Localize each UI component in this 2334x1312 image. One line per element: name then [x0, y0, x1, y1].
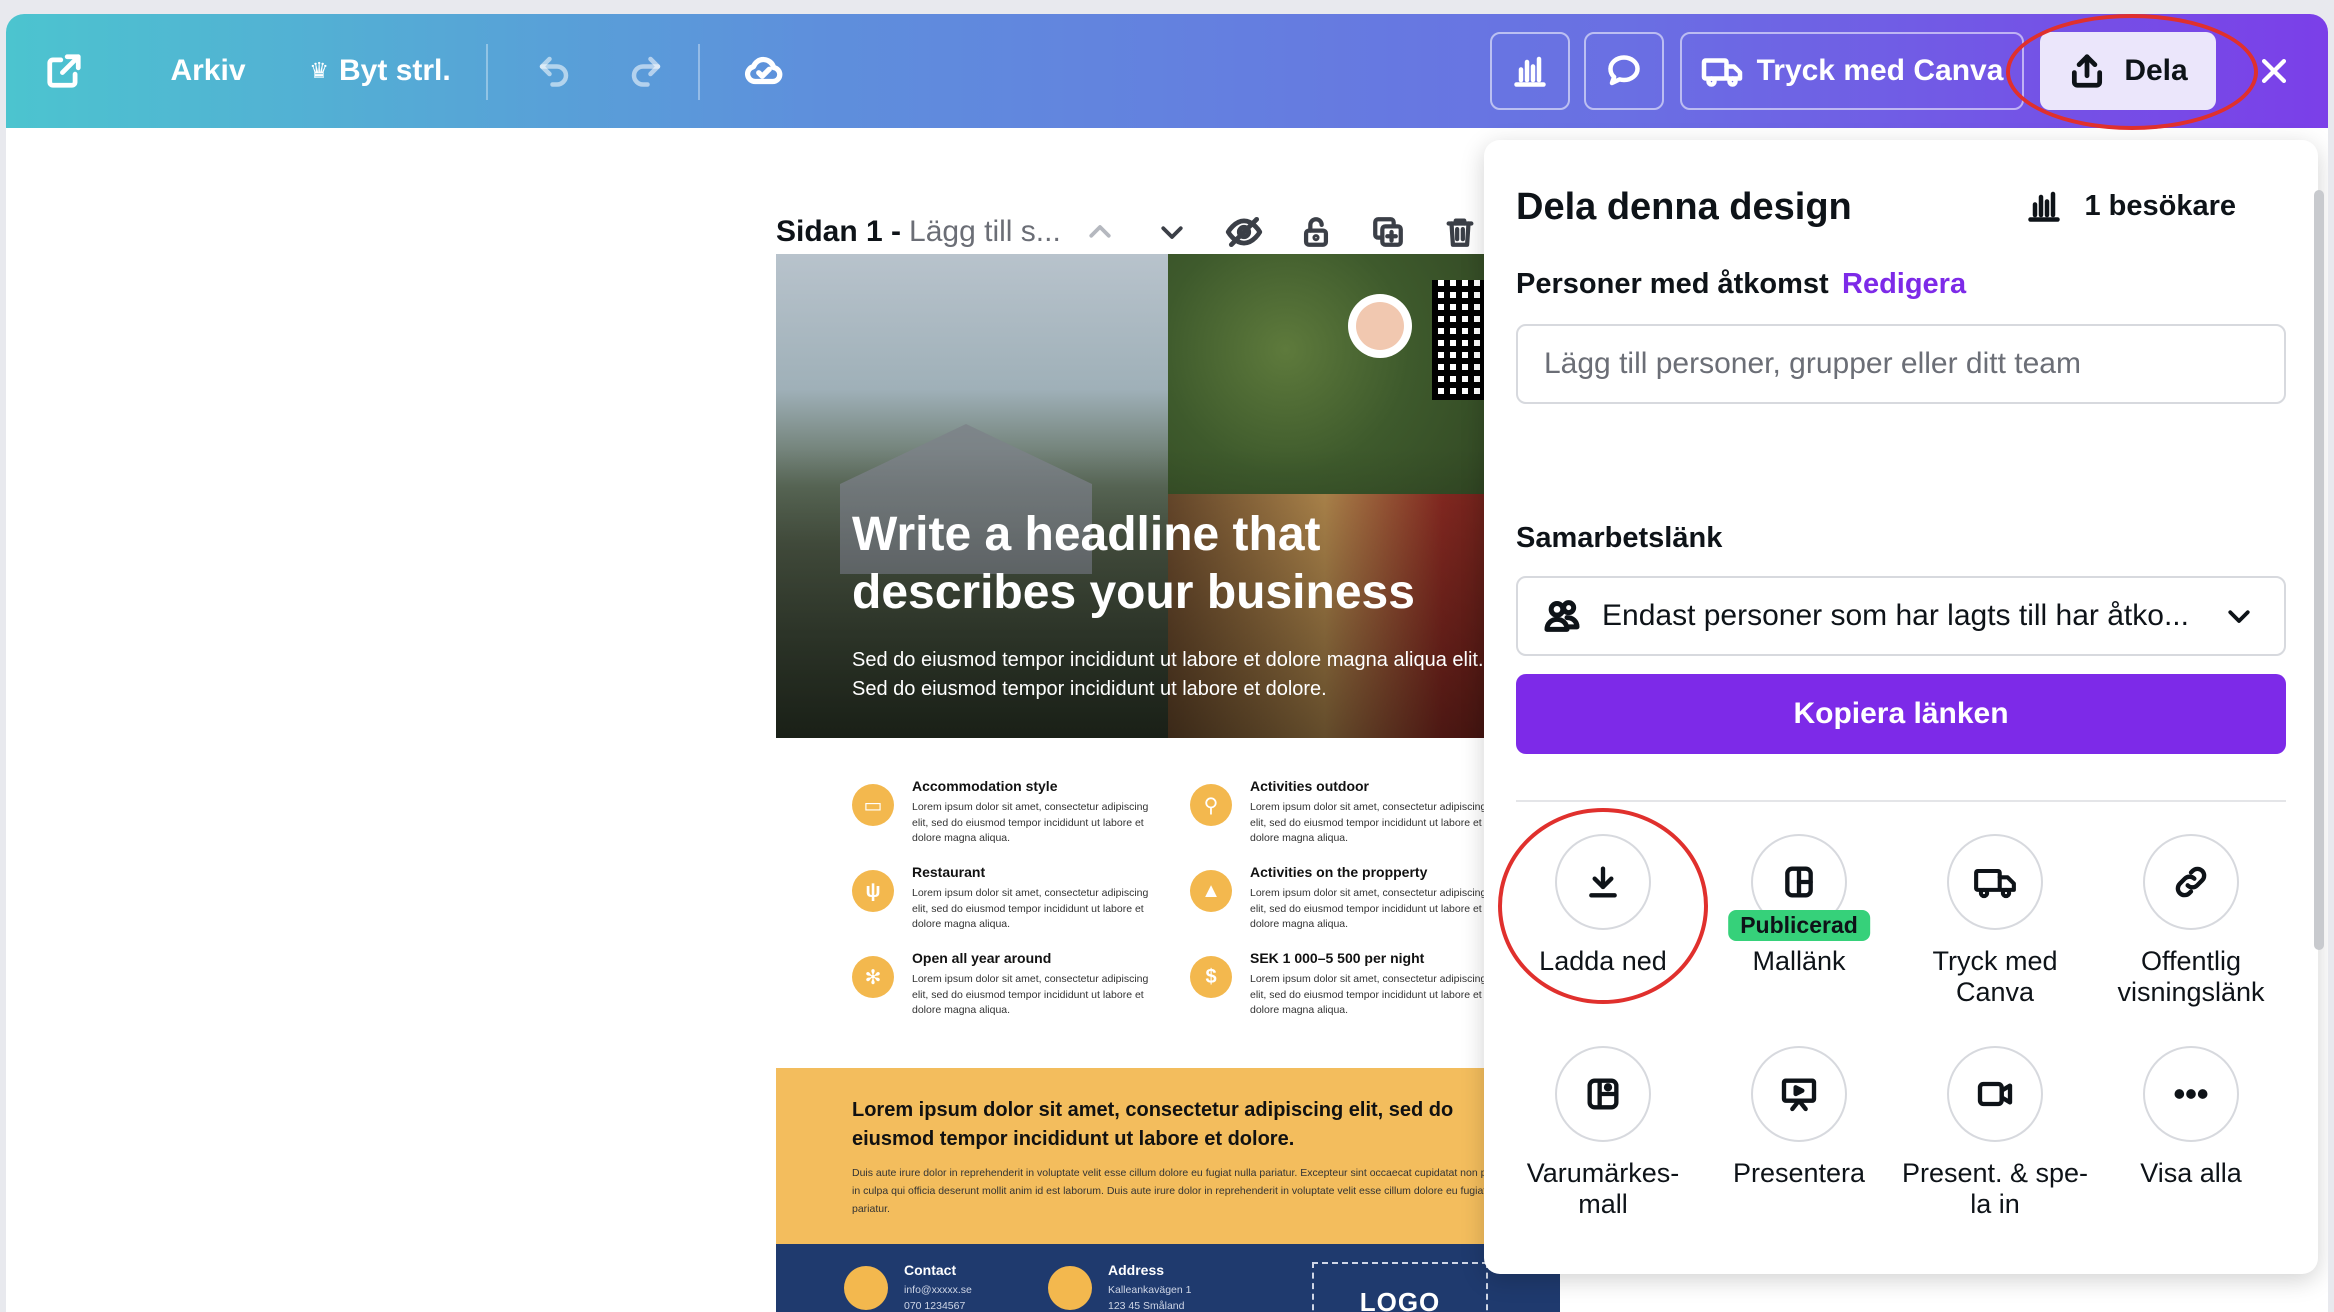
public-view-link-option[interactable]: Offentlig visningslänk — [2096, 834, 2286, 1008]
share-panel: Dela denna design 1 besökare Personer me… — [1484, 140, 2318, 1274]
print-label: Tryck med Canva — [1756, 54, 2004, 87]
location-pin-icon — [1048, 1266, 1092, 1310]
collab-access-select[interactable]: Endast personer som har lagts till har å… — [1516, 576, 2286, 656]
truck-icon — [1947, 834, 2043, 930]
divider — [1516, 800, 2286, 802]
chevron-down-icon[interactable] — [1146, 206, 1198, 258]
design-subline[interactable]: Sed do eiusmod tempor incididunt ut labo… — [852, 646, 1512, 704]
edit-access-link[interactable]: Redigera — [1842, 268, 1966, 301]
panel-scrollbar[interactable] — [2314, 190, 2324, 950]
print-option[interactable]: Tryck med Canva — [1900, 834, 2090, 1008]
bar-chart-icon — [1514, 56, 1546, 87]
band-heading[interactable]: Lorem ipsum dolor sit amet, consectetur … — [852, 1096, 1532, 1154]
duplicate-page-icon[interactable] — [1362, 206, 1414, 258]
screen-frame: Arkiv ♛ Byt strl. Tryck med Canva Dela S… — [0, 0, 2334, 1312]
record-icon — [1947, 1046, 2043, 1142]
brand-template-option[interactable]: Varumärkes-mall — [1508, 1046, 1698, 1220]
print-with-canva-button[interactable]: Tryck med Canva — [1680, 32, 2024, 110]
page-number: Sidan 1 - — [776, 215, 902, 248]
template-link-option[interactable]: Publicerad Mallänk — [1704, 834, 1894, 977]
hide-page-icon[interactable] — [1218, 206, 1270, 258]
collab-access-value: Endast personer som har lagts till har å… — [1602, 599, 2189, 632]
canva-editor: Arkiv ♛ Byt strl. Tryck med Canva Dela S… — [6, 14, 2328, 1312]
add-people-input[interactable]: Lägg till personer, grupper eller ditt t… — [1516, 324, 2286, 404]
close-icon[interactable] — [2242, 14, 2306, 128]
resize-label: Byt strl. — [339, 54, 451, 87]
insights-button[interactable] — [1490, 32, 1570, 110]
present-option[interactable]: Presentera — [1704, 1046, 1894, 1189]
lock-icon[interactable] — [1290, 206, 1342, 258]
bed-icon: ▭ — [852, 784, 894, 826]
truck-icon — [1701, 58, 1742, 87]
page-header: Sidan 1 - Lägg till s... — [776, 202, 1061, 262]
bicycle-icon: ⚲ — [1190, 784, 1232, 826]
crown-icon: ♛ — [309, 58, 330, 83]
visitor-count[interactable]: 1 besökare — [2024, 188, 2236, 224]
features-grid: ▭ Accommodation style Lorem ipsum dolor … — [776, 738, 1560, 1068]
collaborator-avatar[interactable] — [1348, 294, 1412, 358]
chevron-up-icon[interactable] — [1074, 206, 1126, 258]
published-badge: Publicerad — [1728, 910, 1870, 941]
yellow-text-band: Lorem ipsum dolor sit amet, consectetur … — [776, 1068, 1560, 1244]
share-button[interactable]: Dela — [2040, 32, 2216, 110]
toolbar-divider — [698, 44, 700, 100]
show-all-option[interactable]: Visa alla — [2096, 1046, 2286, 1189]
hero-section: Write a headline that describes your bus… — [776, 254, 1560, 738]
more-icon — [2143, 1046, 2239, 1142]
top-toolbar: Arkiv ♛ Byt strl. Tryck med Canva Dela — [6, 14, 2328, 128]
external-link-icon[interactable] — [32, 14, 96, 128]
redo-icon[interactable] — [618, 14, 674, 128]
copy-link-button[interactable]: Kopiera länken — [1516, 674, 2286, 754]
brand-template-icon — [1555, 1046, 1651, 1142]
link-icon — [2143, 834, 2239, 930]
resize-button[interactable]: ♛ Byt strl. — [290, 14, 470, 128]
download-option[interactable]: Ladda ned — [1508, 834, 1698, 977]
person-icon — [844, 1266, 888, 1310]
bar-chart-icon — [2028, 191, 2061, 222]
design-footer: Contact info@xxxxx.se 070 1234567 Address… — [776, 1244, 1560, 1312]
file-menu-label: Arkiv — [170, 54, 246, 87]
cutlery-icon: ψ — [852, 870, 894, 912]
download-icon — [1555, 834, 1651, 930]
activity-icon: ▲ — [1190, 870, 1232, 912]
page-title-field[interactable]: Lägg till s... — [909, 215, 1061, 249]
people-icon — [1544, 600, 1580, 632]
design-page[interactable]: Write a headline that describes your bus… — [776, 254, 1560, 1312]
chevron-down-icon — [2228, 610, 2250, 623]
comment-button[interactable] — [1584, 32, 1664, 110]
share-upload-icon — [2072, 54, 2103, 88]
comment-icon — [1608, 55, 1640, 86]
file-menu-button[interactable]: Arkiv — [156, 14, 260, 128]
share-label: Dela — [2124, 54, 2188, 87]
design-headline[interactable]: Write a headline that describes your bus… — [852, 506, 1492, 622]
logo-placeholder[interactable]: LOGO — [1312, 1262, 1488, 1312]
price-icon: $ — [1190, 956, 1232, 998]
delete-page-icon[interactable] — [1434, 206, 1486, 258]
toolbar-divider — [486, 44, 488, 100]
collab-link-label: Samarbetslänk — [1516, 522, 1723, 554]
cloud-saved-icon[interactable] — [732, 14, 796, 128]
seasons-icon: ✻ — [852, 956, 894, 998]
access-label: Personer med åtkomst — [1516, 268, 1829, 300]
band-text[interactable]: Duis aute irure dolor in reprehenderit i… — [852, 1164, 1552, 1218]
share-panel-title: Dela denna design — [1516, 186, 1852, 228]
present-icon — [1751, 1046, 1847, 1142]
present-and-record-option[interactable]: Present. & spe-la in — [1900, 1046, 2090, 1220]
undo-icon[interactable] — [526, 14, 582, 128]
